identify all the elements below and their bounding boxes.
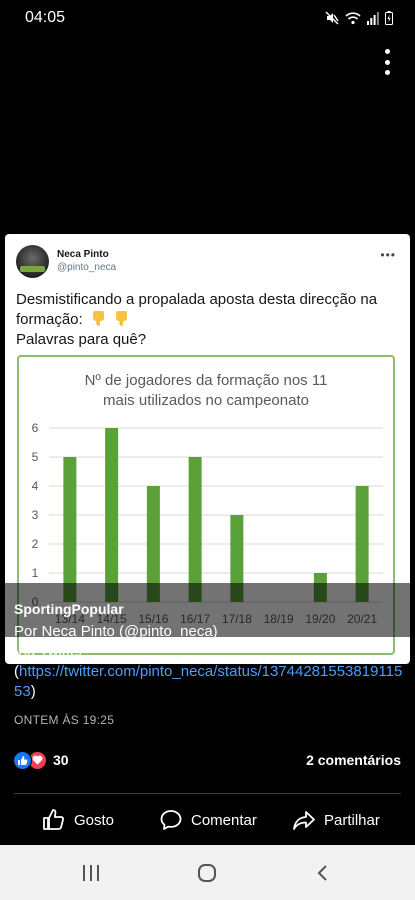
chart-title-line-2: mais utilizados no campeonato	[103, 392, 309, 409]
status-bar: 04:05	[0, 0, 415, 36]
more-options-dot	[384, 70, 390, 75]
action-bar: Gosto Comentar Partilhar	[0, 806, 415, 834]
y-tick-label: 4	[32, 479, 39, 493]
comment-icon	[160, 810, 182, 830]
status-icons	[325, 9, 393, 27]
tweet-author-handle: @pinto_neca	[57, 262, 117, 273]
wifi-icon	[345, 12, 361, 25]
bar	[188, 457, 202, 602]
share-label: Partilhar	[324, 811, 380, 829]
caption-link[interactable]: https://twitter.com/pinto_neca/status/13…	[14, 663, 402, 700]
like-reaction-icon	[13, 750, 32, 770]
caption-line: (https://twitter.com/pinto_neca/status/1…	[14, 662, 409, 702]
caption-paren-close: )	[30, 683, 36, 700]
page-name[interactable]: SportingPopular	[14, 601, 124, 617]
home-button[interactable]	[195, 863, 219, 883]
share-icon	[293, 811, 315, 830]
navigation-bar	[0, 845, 415, 900]
recent-apps-icon	[83, 865, 99, 881]
back-icon	[317, 865, 327, 881]
back-button[interactable]	[311, 863, 335, 883]
y-tick-label: 1	[32, 566, 39, 580]
tweet-text-line: formação:	[16, 310, 401, 330]
comment-label: Comentar	[191, 811, 257, 829]
tweet-text-line-part: formação:	[16, 311, 83, 328]
comments-count[interactable]: 2 comentários	[306, 752, 401, 768]
reaction-count: 30	[53, 752, 69, 768]
caption-line: Por Neca Pinto (@pinto_neca)	[14, 623, 218, 640]
y-tick-label: 3	[32, 508, 39, 522]
tweet-text: Desmistificando a propalada aposta desta…	[16, 290, 401, 350]
emoji-group	[87, 310, 129, 330]
share-button[interactable]: Partilhar	[292, 806, 380, 834]
tweet-author-name: Neca Pinto	[57, 249, 109, 260]
post-timestamp: ONTEM ÀS 19:25	[14, 713, 115, 727]
signal-icon	[367, 12, 379, 25]
point-down-emoji	[92, 311, 104, 326]
more-options-dot	[384, 59, 390, 65]
tweet-more-icon: •••	[380, 248, 396, 262]
post-caption: Por Neca Pinto (@pinto_neca) Via Twitter…	[14, 622, 409, 702]
like-label: Gosto	[74, 811, 115, 829]
caption-line: Via Twitter	[14, 643, 84, 660]
reactions-summary[interactable]: 30	[13, 750, 69, 770]
y-tick-label: 6	[32, 421, 39, 435]
tweet-text-line: Palavras para quê?	[16, 331, 147, 348]
comment-button[interactable]: Comentar	[159, 806, 257, 834]
tweet-avatar	[16, 245, 49, 278]
status-time: 04:05	[25, 9, 66, 26]
divider	[14, 793, 401, 794]
mute-icon	[325, 11, 339, 25]
home-icon	[198, 864, 216, 882]
tweet-text-line: Desmistificando a propalada aposta desta…	[16, 291, 378, 308]
bar	[63, 457, 77, 602]
y-tick-label: 2	[32, 537, 39, 551]
bar	[105, 428, 119, 602]
battery-icon	[385, 11, 393, 25]
recent-apps-button[interactable]	[79, 863, 103, 883]
thumbs-up-icon	[43, 809, 64, 830]
more-options-button[interactable]	[379, 47, 395, 77]
y-tick-label: 5	[32, 450, 39, 464]
like-button[interactable]: Gosto	[42, 806, 114, 834]
point-down-emoji	[116, 311, 128, 326]
chart-title-line-1: Nº de jogadores da formação nos 11	[85, 372, 328, 389]
more-options-dot	[384, 49, 390, 54]
